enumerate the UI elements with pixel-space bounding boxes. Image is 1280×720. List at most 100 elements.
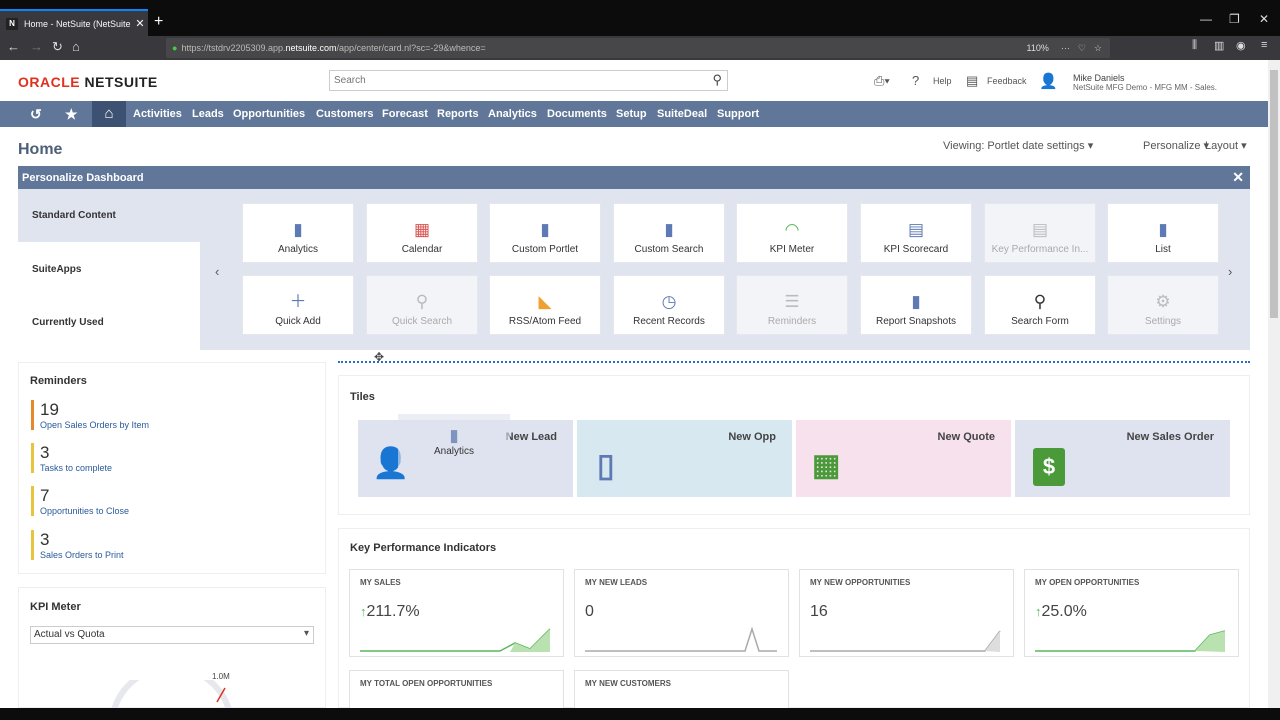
menu-setup[interactable]: Setup [616,101,647,127]
home-icon[interactable]: ⌂ [72,39,80,54]
viewing-settings-dropdown[interactable]: Viewing: Portlet date settings ▾ [943,139,1093,152]
layout-label: Layout [1205,140,1239,152]
menu-support[interactable]: Support [717,101,759,127]
portlet-tile-custom-portlet[interactable]: ▮ Custom Portlet [489,203,601,263]
zoom-level[interactable]: 110% [1026,43,1048,53]
scroll-left-icon[interactable]: ‹ [215,264,219,279]
reminder-item[interactable]: 3 Sales Orders to Print [31,530,181,560]
menu-icon[interactable]: ≡ [1261,39,1267,51]
user-name: Mike Daniels [1073,73,1125,83]
sparkline [585,626,777,652]
shortcut-tile-new-opp[interactable]: New Opp ▯ [577,420,792,497]
oracle-netsuite-logo[interactable]: ORACLE NETSUITE [18,74,158,90]
search-icon[interactable]: ⚲ [712,72,722,88]
kpi-card-my-new-leads[interactable]: MY NEW LEADS 0 [574,569,789,657]
recent-records-icon[interactable]: ⎙▾ [874,73,890,89]
portlet-tile-custom-search[interactable]: ▮ Custom Search [613,203,725,263]
user-menu[interactable]: Mike Daniels NetSuite MFG Demo - MFG MM … [1073,73,1217,93]
kpi-meter-portlet: KPI Meter Actual vs Quota ▾ 1.0M [18,587,326,710]
personalize-dropdown[interactable]: Personalize ▾ [1143,139,1209,152]
reminder-label[interactable]: Tasks to complete [40,463,181,473]
shortcut-tile-new-sales-order[interactable]: New Sales Order $ [1015,420,1230,497]
portlet-tile-rss-feed[interactable]: ◣ RSS/Atom Feed [489,275,601,335]
category-standard-content[interactable]: Standard Content [18,189,200,242]
portlet-tile-settings: ⚙ Settings [1107,275,1219,335]
browser-tab[interactable]: N Home - NetSuite (NetSuite MF ✕ [0,9,148,36]
menu-documents[interactable]: Documents [547,101,607,127]
recent-icon[interactable]: ↺ [30,101,42,127]
pocket-icon[interactable]: ♡ [1078,43,1086,54]
reminder-label[interactable]: Sales Orders to Print [40,550,181,560]
layout-dropdown[interactable]: Layout ▾ [1205,139,1247,152]
kpi-card-my-sales[interactable]: MY SALES ↑211.7% [349,569,564,657]
page-actions-icon[interactable]: ··· [1061,43,1070,53]
reminder-label[interactable]: Open Sales Orders by Item [40,420,181,430]
category-suiteapps[interactable]: SuiteApps [18,243,200,296]
reload-icon[interactable]: ↻ [52,39,63,55]
url-bar[interactable]: ● https://tstdrv2205309.app. netsuite.com… [166,38,1110,58]
minimize-icon[interactable]: — [1200,12,1212,26]
menu-customers[interactable]: Customers [316,101,373,127]
reminder-item[interactable]: 7 Opportunities to Close [31,486,181,516]
tile-label: Quick Add [275,316,321,327]
help-icon[interactable]: ? [912,73,919,88]
portlet-tile-calendar[interactable]: ▦ Calendar [366,203,478,263]
browser-nav-bar: ← → ↻ ⌂ ● https://tstdrv2205309.app. nets… [0,36,1280,60]
close-icon[interactable]: ✕ [1232,169,1244,186]
portlet-tile-quick-add[interactable]: ＋ Quick Add [242,275,354,335]
help-link[interactable]: Help [933,76,952,86]
scroll-right-icon[interactable]: › [1228,264,1232,279]
tile-label: Quick Search [391,316,453,327]
global-search: ⚲ [329,70,728,91]
maximize-icon[interactable]: ❐ [1229,12,1240,26]
reminder-count: 19 [40,400,59,419]
category-currently-used[interactable]: Currently Used [18,296,200,349]
calendar-icon: ▦ [413,220,431,239]
menu-reports[interactable]: Reports [437,101,479,127]
menu-forecast[interactable]: Forecast [382,101,428,127]
menu-activities[interactable]: Activities [133,101,182,127]
close-tab-icon[interactable]: ✕ [132,17,148,30]
kpi-card-my-open-opportunities[interactable]: MY OPEN OPPORTUNITIES ↑25.0% [1024,569,1239,657]
menu-opportunities[interactable]: Opportunities [233,101,305,127]
portlet-tile-kpi-scorecard[interactable]: ▤ KPI Scorecard [860,203,972,263]
feedback-icon[interactable]: ▤ [966,73,978,89]
menu-suitedeal[interactable]: SuiteDeal [657,101,707,127]
bottom-edge [0,708,1280,720]
portlet-tile-report-snapshots[interactable]: ▮ Report Snapshots [860,275,972,335]
tile-label: KPI Scorecard [883,244,949,255]
kpi-card-my-new-opportunities[interactable]: MY NEW OPPORTUNITIES 16 [799,569,1014,657]
bookmark-star-icon[interactable]: ☆ [1094,43,1102,54]
dragged-portlet-analytics[interactable]: ▮ Analytics [398,414,510,472]
kpi-card-my-new-customers[interactable]: MY NEW CUSTOMERS [574,670,789,708]
back-icon[interactable]: ← [7,39,20,54]
kpi-meter-select[interactable]: Actual vs Quota ▾ [30,626,314,644]
shortcut-tile-new-quote[interactable]: New Quote ▦ [796,420,1011,497]
portlet-tile-search-form[interactable]: ⚲ Search Form [984,275,1096,335]
tile-label: New Lead [505,431,557,443]
new-tab-icon[interactable]: + [154,13,163,31]
home-tab-icon[interactable]: ⌂ [92,101,126,127]
feedback-link[interactable]: Feedback [987,76,1027,86]
portlet-tile-list[interactable]: ▮ List [1107,203,1219,263]
clock-icon: ◷ [661,292,677,311]
chevron-down-icon: ▾ [1087,140,1094,152]
portlet-tile-kpi-meter[interactable]: ◠ KPI Meter [736,203,848,263]
scrollbar-thumb[interactable] [1270,70,1278,318]
menu-analytics[interactable]: Analytics [488,101,537,127]
user-avatar-icon[interactable]: 👤 [1039,72,1058,90]
reminder-item[interactable]: 19 Open Sales Orders by Item [31,400,181,430]
forward-icon[interactable]: → [30,39,43,54]
kpi-card-my-total-open-opportunities[interactable]: MY TOTAL OPEN OPPORTUNITIES [349,670,564,708]
reminder-label[interactable]: Opportunities to Close [40,506,181,516]
portlet-tile-analytics[interactable]: ▮ Analytics [242,203,354,263]
reminder-item[interactable]: 3 Tasks to complete [31,443,181,473]
search-input[interactable] [330,71,700,90]
portlet-tile-recent-records[interactable]: ◷ Recent Records [613,275,725,335]
close-window-icon[interactable]: ✕ [1259,12,1269,26]
account-icon[interactable]: ◉ [1236,39,1246,52]
library-icon[interactable]: ⫼ [1192,39,1197,52]
menu-leads[interactable]: Leads [192,101,224,127]
sidebar-icon[interactable]: ▥ [1214,39,1224,52]
shortcuts-star-icon[interactable]: ★ [65,101,78,127]
